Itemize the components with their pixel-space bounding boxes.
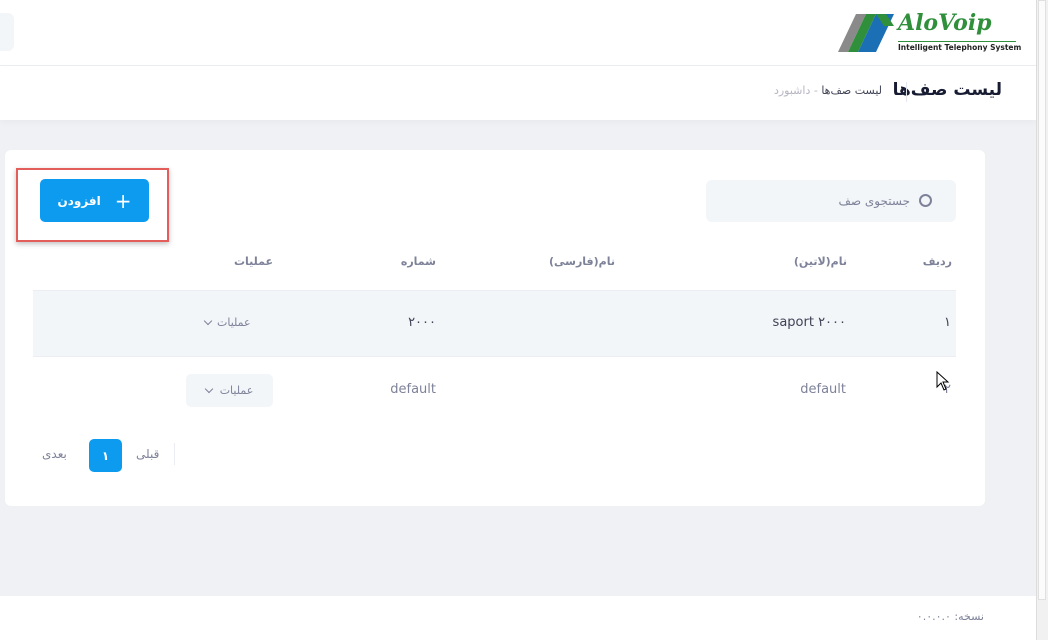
cell-name-latin: default xyxy=(800,382,846,397)
logo-wordmark: AloVoip xyxy=(898,10,992,36)
col-header-name-farsi[interactable]: نام(فارسی) xyxy=(549,255,615,268)
row-actions-dropdown[interactable]: عملیات xyxy=(186,374,273,407)
search-icon xyxy=(919,194,932,207)
logo-tagline: Intelligent Telephony System xyxy=(898,41,1022,52)
cell-name-latin: saport ۲۰۰۰ xyxy=(772,315,846,330)
breadcrumb-home-link[interactable]: داشبورد xyxy=(774,84,810,97)
logo-mark-icon xyxy=(838,14,894,52)
subheader: لیست صف‌ها لیست صف‌ها - داشبورد xyxy=(0,66,1036,120)
footer: نسخه: ۰.۰.۰.۰ xyxy=(0,596,1036,640)
scrollbar-thumb[interactable] xyxy=(1038,0,1046,600)
pagination-next[interactable]: بعدی xyxy=(42,447,67,461)
breadcrumb-separator: - xyxy=(813,84,818,97)
plus-icon: + xyxy=(114,188,132,213)
pagination-divider xyxy=(174,443,175,465)
row-actions-label: عملیات xyxy=(219,384,254,397)
mouse-cursor-icon xyxy=(936,371,950,391)
alovoip-logo[interactable]: AloVoip Intelligent Telephony System xyxy=(836,10,1022,56)
search-input[interactable] xyxy=(730,180,910,222)
breadcrumb-current: لیست صف‌ها xyxy=(821,84,882,97)
pagination-prev[interactable]: قبلی xyxy=(136,447,159,461)
breadcrumb: لیست صف‌ها - داشبورد xyxy=(774,84,882,97)
col-header-number[interactable]: شماره xyxy=(401,255,436,268)
search-box[interactable] xyxy=(706,180,956,222)
chevron-down-icon xyxy=(203,316,213,326)
version-text: نسخه: ۰.۰.۰.۰ xyxy=(916,610,984,623)
chevron-down-icon xyxy=(204,384,213,394)
add-button[interactable]: افزودن + xyxy=(40,179,149,222)
row-actions-dropdown[interactable]: عملیات xyxy=(203,316,251,329)
page-title: لیست صف‌ها xyxy=(892,80,1002,100)
pagination-page-1[interactable]: ۱ xyxy=(89,439,122,472)
row-actions-label: عملیات xyxy=(217,316,251,329)
cell-row-number: ۱ xyxy=(944,315,951,330)
top-bar: AloVoip Intelligent Telephony System xyxy=(0,0,1036,66)
col-header-name-latin[interactable]: نام(لاتین) xyxy=(794,255,847,268)
col-header-actions: عملیات xyxy=(233,255,273,268)
title-divider xyxy=(906,82,907,102)
col-header-row[interactable]: ردیف xyxy=(923,255,952,268)
cell-number: ۲۰۰۰ xyxy=(408,315,436,330)
topbar-side-button[interactable] xyxy=(0,13,14,51)
cell-number: default xyxy=(390,382,436,397)
add-button-label: افزودن xyxy=(57,193,101,208)
